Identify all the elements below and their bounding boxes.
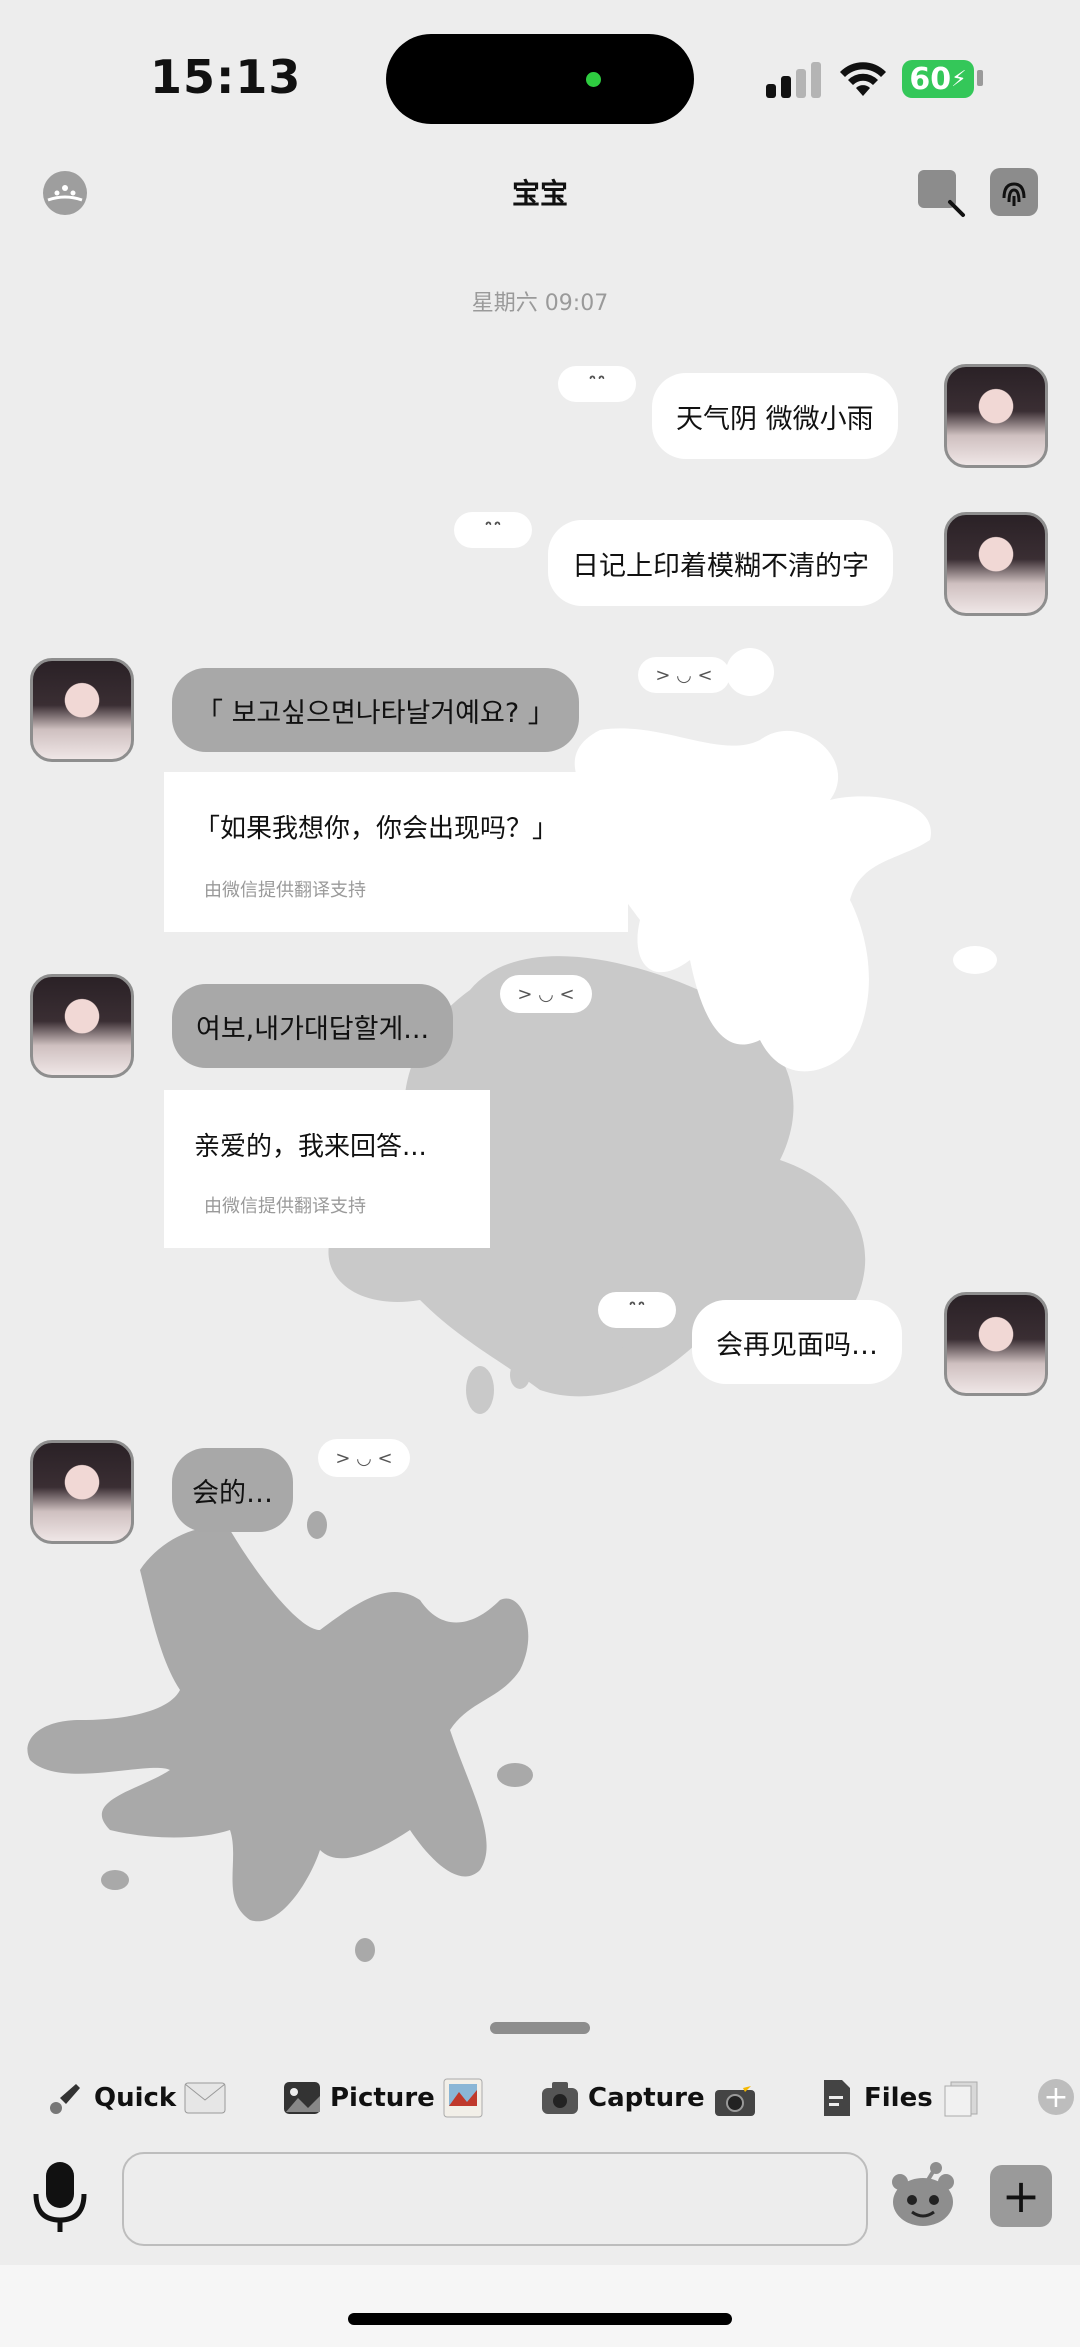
battery-tip <box>977 70 983 86</box>
message-bubble-incoming[interactable]: 会的… <box>172 1448 293 1532</box>
signal-icon <box>766 62 821 98</box>
picture-label: Picture <box>330 2083 435 2113</box>
home-indicator[interactable] <box>348 2313 732 2325</box>
envelope-icon <box>184 2082 226 2114</box>
image-icon <box>284 2082 320 2114</box>
camera-icon <box>542 2082 578 2114</box>
microphone-icon[interactable] <box>30 2160 90 2234</box>
message-bubble-incoming[interactable]: 여보,내가대답할게... <box>172 984 454 1068</box>
dynamic-island <box>386 34 694 124</box>
emote-tag: > ◡ < <box>638 657 730 693</box>
files-label: Files <box>864 2083 933 2113</box>
wifi-icon <box>840 62 886 96</box>
more-tools-button[interactable]: + <box>1038 2079 1074 2115</box>
camera-indicator <box>586 72 601 87</box>
fingerprint-icon[interactable] <box>990 168 1038 216</box>
avatar[interactable] <box>944 364 1048 468</box>
message-bubble-outgoing[interactable]: 会再见面吗… <box>692 1300 902 1384</box>
status-time: 15:13 <box>150 50 302 104</box>
message-bubble-outgoing[interactable]: 日记上印着模糊不清的字 <box>548 520 893 606</box>
bottom-safe-area <box>0 2265 1080 2347</box>
message-bubble-outgoing[interactable]: 天气阴 微微小雨 <box>652 373 898 459</box>
translation-text: 「如果我想你，你会出现吗？」 <box>194 814 559 844</box>
emote-tag: ˆ̑̑ˆ̑̑ <box>598 1292 676 1328</box>
message-bubble-incoming[interactable]: 「 보고싶으면나타날거예요? 」 <box>172 668 579 752</box>
avatar[interactable] <box>30 658 134 762</box>
avatar[interactable] <box>944 1292 1048 1396</box>
emote-tag: > ◡ < <box>318 1439 410 1477</box>
avatar[interactable] <box>30 974 134 1078</box>
chat-date-separator: 星期六 09:07 <box>471 291 609 316</box>
emote-tag: ˆ̑̑ˆ̑̑ <box>454 512 532 548</box>
files-button[interactable]: Files <box>816 2070 981 2126</box>
translation-note: 由微信提供翻译支持 <box>204 880 366 901</box>
translation-text: 亲爱的，我来回答... <box>194 1132 427 1162</box>
avatar[interactable] <box>944 512 1048 616</box>
quick-button[interactable]: Quick <box>46 2070 226 2126</box>
drag-handle[interactable] <box>490 2022 590 2034</box>
search-icon[interactable] <box>916 168 966 218</box>
translation-card: 「如果我想你，你会出现吗？」 由微信提供翻译支持 <box>164 772 628 932</box>
quick-label: Quick <box>94 2083 177 2113</box>
message-input[interactable] <box>122 2152 868 2246</box>
translation-card: 亲爱的，我来回答... 由微信提供翻译支持 <box>164 1090 490 1248</box>
emote-tag: > ◡ < <box>500 975 592 1013</box>
picture-button[interactable]: Picture <box>282 2070 483 2126</box>
ink-splat-background <box>27 648 997 1962</box>
files-stack-icon <box>944 2081 978 2117</box>
framed-picture-icon <box>443 2078 483 2118</box>
document-icon <box>824 2080 850 2116</box>
battery-indicator: 60 ⚡ <box>902 60 974 98</box>
avatar[interactable] <box>30 1440 134 1544</box>
sticker-icon[interactable] <box>888 2160 958 2230</box>
rocket-icon <box>50 2084 80 2114</box>
add-attachment-button[interactable]: + <box>990 2165 1052 2227</box>
capture-label: Capture <box>588 2083 705 2113</box>
translation-note: 由微信提供翻译支持 <box>204 1196 366 1217</box>
camera-flash-icon <box>714 2080 755 2116</box>
emote-tag: ˆ̑̑ˆ̑̑ <box>558 366 636 402</box>
capture-button[interactable]: Capture <box>540 2070 757 2126</box>
